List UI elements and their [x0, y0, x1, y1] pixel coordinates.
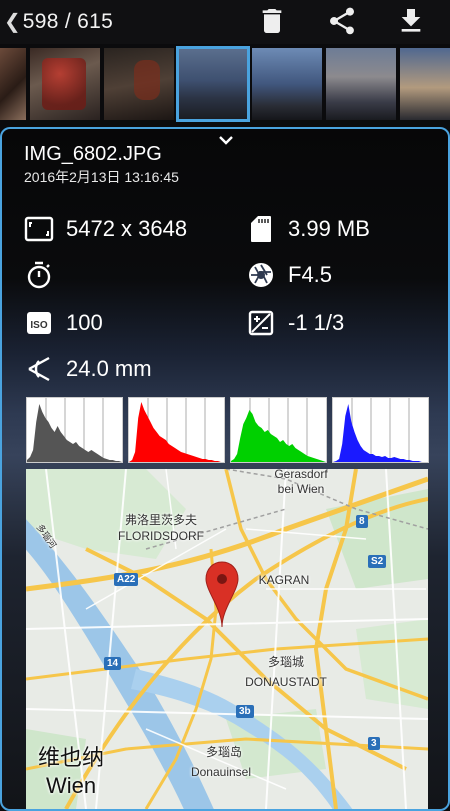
aperture-value: F4.5 — [288, 262, 333, 287]
file-name: IMG_6802.JPG — [24, 143, 162, 165]
download-icon[interactable] — [395, 5, 427, 37]
trash-icon[interactable] — [256, 5, 288, 37]
focal-length-row: 24.0 mm — [24, 355, 152, 383]
map-label-donauinsel: Donauinsel — [190, 765, 252, 779]
iso-row: ISO 100 — [24, 309, 103, 337]
histogram-curve — [231, 410, 326, 462]
histogram-curve — [129, 402, 224, 462]
aspect-ratio-icon — [24, 215, 54, 243]
exposure-compensation-icon — [246, 309, 276, 337]
focal-length-icon — [24, 355, 54, 383]
back-chevron-icon: ❮ — [4, 11, 21, 33]
map-label-kagran: KAGRAN — [258, 573, 310, 587]
map-label-wien: Wien — [46, 773, 97, 798]
map-badge-14: 14 — [104, 657, 122, 670]
file-size-row: 3.99 MB — [246, 215, 370, 243]
thumbnail[interactable] — [30, 48, 100, 120]
map-label-wien-cn: 维也纳 — [38, 745, 105, 770]
thumbnail[interactable] — [252, 48, 322, 120]
thumbnail[interactable] — [0, 48, 26, 120]
focal-length-value: 24.0 mm — [66, 356, 152, 381]
exposure-comp-value: -1 1/3 — [288, 310, 345, 335]
capture-datetime: 2016年2月13日 13:16:45 — [24, 169, 179, 185]
svg-text:ISO: ISO — [30, 320, 47, 331]
map-badge-a22: A22 — [114, 573, 139, 586]
thumbnail[interactable] — [104, 48, 174, 120]
iso-icon: ISO — [24, 309, 54, 337]
map-label-donaustadt-cn: 多瑙城 — [267, 655, 304, 669]
collapse-chevron-icon[interactable] — [213, 129, 239, 151]
thumbnail[interactable] — [400, 48, 450, 120]
histogram-luminance — [26, 397, 123, 463]
histogram-green — [230, 397, 327, 463]
map-label-donauinsel-cn: 多瑙岛 — [205, 745, 242, 759]
timer-icon — [24, 261, 54, 289]
resolution-row: 5472 x 3648 — [24, 215, 187, 243]
shutter-row — [24, 261, 66, 289]
histogram-blue — [332, 397, 429, 463]
iso-value: 100 — [66, 310, 103, 335]
sd-card-icon — [246, 215, 276, 243]
map-badge-s2: S2 — [368, 555, 387, 568]
map-label-donaustadt: DONAUSTADT — [245, 675, 327, 689]
map-badge-3b: 3b — [236, 705, 254, 718]
back-button[interactable]: ❮ 598 / 615 — [0, 10, 113, 34]
location-map[interactable]: Gerasdorf bei Wien 弗洛里茨多夫 FLORIDSDORF KA… — [26, 469, 428, 809]
thumbnail-selected[interactable] — [176, 46, 250, 122]
map-label-floridsdorf-cn: 弗洛里茨多夫 — [124, 513, 197, 527]
photo-counter: 598 / 615 — [22, 10, 114, 33]
exposure-comp-row: -1 1/3 — [246, 309, 344, 337]
top-toolbar: ❮ 598 / 615 — [0, 0, 450, 44]
map-badge-8: 8 — [356, 515, 368, 528]
map-label-gerasdorf: Gerasdorf bei Wien — [274, 469, 328, 496]
aperture-icon — [246, 261, 276, 289]
histogram-red — [128, 397, 225, 463]
file-size-value: 3.99 MB — [288, 216, 370, 241]
share-icon[interactable] — [326, 5, 358, 37]
thumbnail[interactable] — [326, 48, 396, 120]
map-badge-3: 3 — [368, 737, 380, 750]
aperture-row: F4.5 — [246, 261, 332, 289]
photo-info-panel: IMG_6802.JPG 2016年2月13日 13:16:45 5472 x … — [0, 127, 450, 811]
histogram-curve — [333, 404, 428, 462]
histogram-curve — [27, 404, 122, 462]
map-label-floridsdorf: FLORIDSDORF — [117, 529, 204, 543]
thumbnail-strip — [0, 46, 450, 122]
resolution-value: 5472 x 3648 — [66, 216, 188, 241]
